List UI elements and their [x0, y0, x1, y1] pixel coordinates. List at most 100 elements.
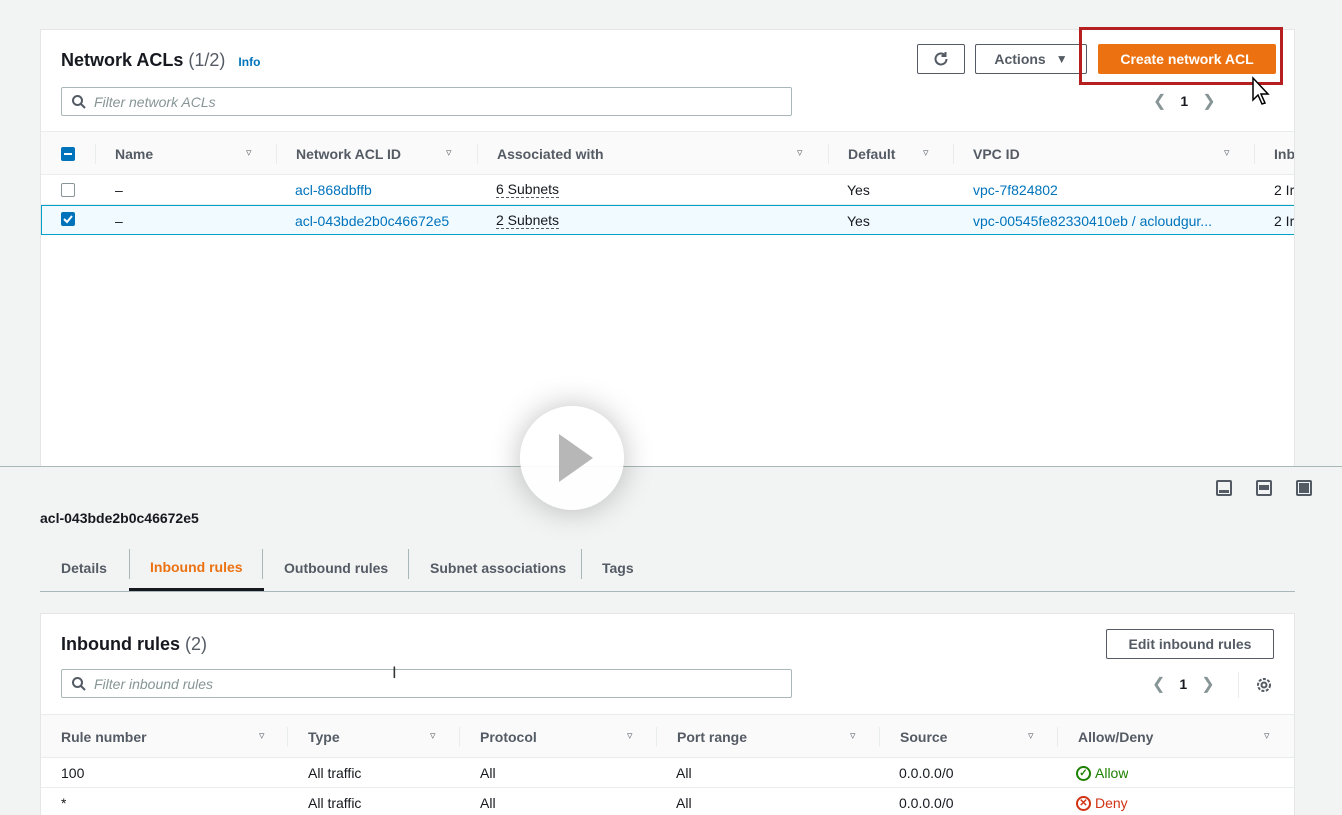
vpc-id-link[interactable]: vpc-00545fe82330410eb / acloudgur... — [973, 206, 1243, 236]
col-vpc-id[interactable]: VPC ID — [973, 132, 1020, 176]
tab-subnet-associations[interactable]: Subnet associations — [409, 545, 587, 591]
sort-icon[interactable]: ▿ — [627, 729, 633, 742]
search-icon — [72, 94, 86, 109]
sort-icon[interactable]: ▿ — [430, 729, 436, 742]
detail-title: acl-043bde2b0c46672e5 — [40, 510, 199, 526]
rule-protocol: All — [480, 765, 496, 781]
row-inbound: 2 Ir — [1274, 213, 1295, 229]
mouse-pointer-icon — [1252, 76, 1270, 105]
col-rule-number[interactable]: Rule number — [61, 715, 147, 759]
video-play-button[interactable] — [520, 406, 624, 510]
col-network-acl-id[interactable]: Network ACL ID — [296, 132, 401, 176]
select-all-checkbox[interactable] — [61, 147, 75, 161]
rule-number: 100 — [61, 765, 85, 781]
page-title: Network ACLs (1/2) Info — [61, 50, 260, 71]
caret-down-icon: ▼ — [1055, 52, 1068, 66]
acl-id-link[interactable]: acl-043bde2b0c46672e5 — [295, 206, 449, 236]
tab-tags[interactable]: Tags — [581, 545, 655, 591]
detail-tabs: Details Inbound rules Outbound rules Sub… — [40, 545, 1295, 592]
tab-outbound-rules[interactable]: Outbound rules — [263, 545, 409, 591]
sort-icon[interactable]: ▿ — [923, 146, 929, 159]
sort-icon[interactable]: ▿ — [850, 729, 856, 742]
sort-icon[interactable]: ▿ — [259, 729, 265, 742]
rule-deny-status: ✕ Deny — [1076, 788, 1128, 815]
sort-icon[interactable]: ▿ — [1264, 729, 1270, 742]
tab-inbound-rules[interactable]: Inbound rules — [129, 545, 264, 591]
refresh-button[interactable] — [917, 44, 965, 74]
page-number[interactable]: 1 — [1179, 676, 1187, 692]
inbound-pagination: ❮ 1 ❯ — [1152, 674, 1215, 694]
vpc-id-link[interactable]: vpc-7f824802 — [973, 175, 1058, 205]
chevron-right-icon[interactable]: ❯ — [1202, 91, 1215, 111]
inbound-search-input[interactable] — [94, 675, 791, 692]
network-acls-panel: Network ACLs (1/2) Info Actions ▼ Create… — [40, 29, 1295, 466]
split-middle-icon[interactable] — [1256, 480, 1272, 496]
row-name: – — [115, 213, 123, 229]
edit-inbound-rules-button[interactable]: Edit inbound rules — [1106, 629, 1274, 659]
x-circle-icon: ✕ — [1076, 795, 1091, 811]
col-inbound[interactable]: Inb — [1274, 132, 1294, 176]
inbound-title: Inbound rules (2) — [61, 634, 207, 655]
rule-type: All traffic — [308, 765, 362, 781]
inbound-count: (2) — [185, 634, 208, 654]
row-checkbox[interactable] — [61, 183, 75, 197]
sort-icon[interactable]: ▿ — [446, 146, 452, 159]
split-bottom-icon[interactable] — [1216, 480, 1232, 496]
tab-details[interactable]: Details — [40, 545, 128, 591]
associated-subnets[interactable]: 6 Subnets — [496, 182, 560, 198]
chevron-left-icon[interactable]: ❮ — [1153, 91, 1166, 111]
split-full-icon[interactable] — [1296, 480, 1312, 496]
table-row-selected[interactable]: – acl-043bde2b0c46672e5 2 Subnets Yes vp… — [41, 205, 1295, 236]
row-inbound: 2 Ir — [1274, 182, 1295, 198]
col-source[interactable]: Source — [900, 715, 947, 759]
row-name: – — [115, 182, 123, 198]
selection-count: (1/2) — [188, 50, 226, 70]
play-icon — [559, 434, 593, 482]
sort-icon[interactable]: ▿ — [1224, 146, 1230, 159]
acl-table-header: Name ▿ Network ACL ID ▿ Associated with … — [41, 131, 1294, 176]
rule-action-label: Deny — [1095, 795, 1128, 811]
row-default: Yes — [847, 213, 870, 229]
refresh-icon — [934, 52, 948, 66]
rule-port-range: All — [676, 795, 692, 811]
col-default[interactable]: Default — [848, 132, 895, 176]
col-protocol[interactable]: Protocol — [480, 715, 537, 759]
edit-inbound-rules-label: Edit inbound rules — [1128, 636, 1252, 652]
panel-title-text: Network ACLs — [61, 50, 184, 70]
gear-icon[interactable] — [1255, 676, 1273, 694]
row-default: Yes — [847, 182, 870, 198]
col-associated-with[interactable]: Associated with — [497, 132, 604, 176]
chevron-left-icon[interactable]: ❮ — [1152, 674, 1165, 694]
rule-port-range: All — [676, 765, 692, 781]
acl-search-input[interactable] — [94, 93, 791, 110]
acl-pagination: ❮ 1 ❯ — [1153, 91, 1216, 111]
actions-dropdown[interactable]: Actions ▼ — [975, 44, 1087, 74]
associated-subnets[interactable]: 2 Subnets — [496, 213, 560, 229]
page-number[interactable]: 1 — [1180, 93, 1188, 109]
rule-source: 0.0.0.0/0 — [899, 795, 954, 811]
sort-icon[interactable]: ▿ — [1028, 729, 1034, 742]
inbound-table-header: Rule number ▿ Type ▿ Protocol ▿ Port ran… — [41, 714, 1294, 759]
col-type[interactable]: Type — [308, 715, 340, 759]
sort-icon[interactable]: ▿ — [246, 146, 252, 159]
text-cursor-icon: I — [392, 663, 397, 682]
sort-icon[interactable]: ▿ — [797, 146, 803, 159]
chevron-right-icon[interactable]: ❯ — [1201, 674, 1214, 694]
rule-source: 0.0.0.0/0 — [899, 765, 954, 781]
checkmark-icon — [63, 215, 73, 224]
rule-allow-status: ✓ Allow — [1076, 758, 1128, 788]
actions-label: Actions — [994, 51, 1046, 67]
col-allow-deny[interactable]: Allow/Deny — [1078, 715, 1153, 759]
rule-protocol: All — [480, 795, 496, 811]
info-link[interactable]: Info — [238, 55, 260, 69]
col-name[interactable]: Name — [115, 132, 153, 176]
col-port-range[interactable]: Port range — [677, 715, 747, 759]
rule-action-label: Allow — [1095, 765, 1129, 781]
table-row[interactable]: – acl-868dbffb 6 Subnets Yes vpc-7f82480… — [41, 175, 1295, 205]
acl-id-link[interactable]: acl-868dbffb — [295, 175, 372, 205]
search-icon — [72, 676, 86, 691]
panel-splitter[interactable] — [0, 466, 1342, 467]
inbound-rules-panel: Inbound rules (2) Edit inbound rules ❮ 1… — [40, 613, 1295, 815]
check-circle-icon: ✓ — [1076, 765, 1091, 781]
row-checkbox[interactable] — [61, 212, 75, 226]
